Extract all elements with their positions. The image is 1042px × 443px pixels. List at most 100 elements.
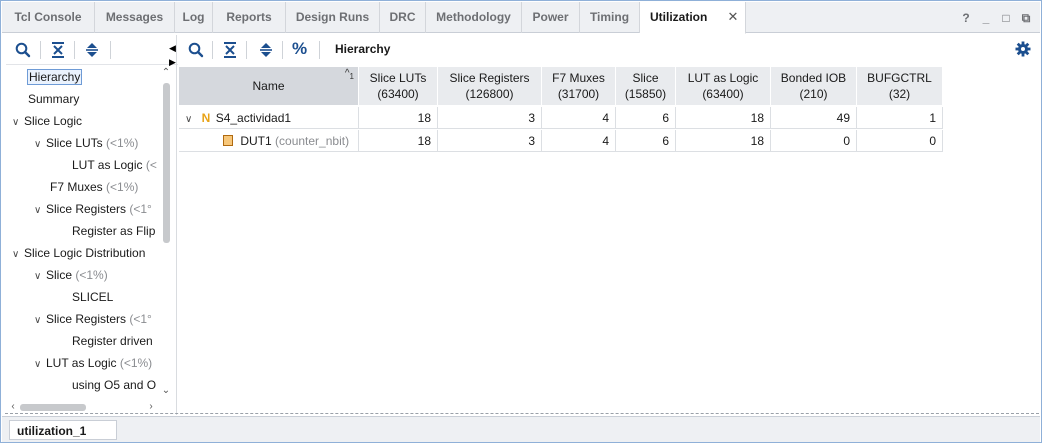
tree-item-percent: (<1%)	[106, 136, 139, 150]
column-header-bonded-iob[interactable]: Bonded IOB (210)	[771, 67, 857, 105]
column-header-available: (32)	[888, 87, 911, 101]
column-header-slice-registers[interactable]: Slice Registers (126800)	[438, 67, 542, 105]
view-title: Hierarchy	[335, 42, 391, 56]
minimize-icon[interactable]: _	[980, 11, 992, 25]
column-header-label: Bonded IOB	[780, 71, 847, 85]
tree-item-using-o5-and-o6[interactable]: using O5 and O	[72, 375, 156, 395]
tree-item-label: Slice Logic Distribution	[24, 246, 146, 260]
tab-utilization-1[interactable]: utilization_1	[9, 420, 117, 440]
column-header-available: (63400)	[377, 87, 419, 101]
chevron-down-icon[interactable]: ∨	[34, 201, 46, 221]
window-controls: ? _ □ ⧉	[960, 8, 1032, 28]
chevron-down-icon[interactable]: ∨	[34, 135, 46, 155]
tree-item-slice[interactable]: ∨ Slice (<1%)	[34, 265, 108, 285]
column-header-available: (63400)	[702, 87, 744, 101]
column-header-slice-luts[interactable]: Slice LUTs (63400)	[359, 67, 438, 105]
tree-item-label: Register driven	[72, 334, 153, 348]
chevron-down-icon[interactable]: ∨	[12, 245, 24, 265]
column-header-name[interactable]: Name ^1	[179, 67, 359, 105]
top-module-icon: N	[201, 111, 211, 125]
collapse-all-icon[interactable]	[221, 41, 239, 59]
search-icon[interactable]	[14, 41, 32, 59]
tab-log[interactable]: Log	[175, 2, 213, 33]
expand-all-icon[interactable]	[257, 41, 275, 59]
tree-item-register-driven[interactable]: Register driven	[72, 331, 153, 351]
tree-item-label: Summary	[28, 92, 80, 106]
cell-lut-as-logic: 18	[676, 130, 771, 152]
cell-slice-luts: 18	[359, 107, 438, 129]
tree-item-label: SLICEL	[72, 290, 114, 304]
scrollbar-thumb[interactable]	[163, 83, 170, 243]
tree-item-slice-luts[interactable]: ∨ Slice LUTs (<1%)	[34, 133, 138, 153]
report-tree: Hierarchy Summary ∨ Slice Logic ∨ Slice LU…	[6, 67, 158, 431]
cell-slice-luts: 18	[359, 130, 438, 152]
tree-item-hierarchy[interactable]: Hierarchy	[26, 67, 83, 87]
row-name-cell[interactable]: ∨ N S4_actividad1	[179, 107, 359, 129]
tree-item-percent: (<1%)	[75, 268, 108, 282]
tab-bar: Tcl Console Messages Log Reports Design …	[2, 2, 1040, 34]
toolbar-separator	[40, 41, 41, 59]
tree-item-lut-as-logic[interactable]: LUT as Logic (<	[72, 155, 157, 175]
tab-power[interactable]: Power	[522, 2, 580, 33]
tree-item-slice-logic[interactable]: ∨ Slice Logic	[12, 111, 82, 131]
restore-icon[interactable]: □	[1000, 11, 1012, 25]
tree-item-slice-logic-distribution[interactable]: ∨ Slice Logic Distribution	[12, 243, 145, 263]
tab-methodology[interactable]: Methodology	[426, 2, 522, 33]
tab-messages[interactable]: Messages	[95, 2, 175, 33]
tree-item-slice-registers[interactable]: ∨ Slice Registers (<1°	[34, 199, 152, 219]
help-icon[interactable]: ?	[960, 11, 972, 25]
chevron-down-icon[interactable]: ∨	[185, 114, 192, 125]
tree-item-lut-as-logic-dist[interactable]: ∨ LUT as Logic (<1%)	[34, 353, 152, 373]
column-header-lut-as-logic[interactable]: LUT as Logic (63400)	[676, 67, 771, 105]
float-icon[interactable]: ⧉	[1020, 11, 1032, 25]
bottom-tab-bar: utilization_1	[2, 416, 1040, 442]
tree-item-percent: (<1°	[129, 202, 152, 216]
scroll-down-icon[interactable]: ⌄	[161, 385, 171, 396]
tree-item-f7-muxes[interactable]: F7 Muxes (<1%)	[50, 177, 138, 197]
column-header-bufgctrl[interactable]: BUFGCTRL (32)	[857, 67, 943, 105]
tab-design-runs[interactable]: Design Runs	[286, 2, 380, 33]
tree-item-slicel[interactable]: SLICEL	[72, 287, 113, 307]
column-header-available: (31700)	[557, 87, 600, 101]
tree-item-percent: (<	[145, 158, 157, 172]
row-name-cell[interactable]: DUT1 (counter_nbit)	[179, 130, 359, 152]
tree-item-summary[interactable]: Summary	[28, 89, 79, 109]
tree-item-slice-registers-dist[interactable]: ∨ Slice Registers (<1°	[34, 309, 152, 329]
scrollbar-thumb[interactable]	[20, 404, 86, 411]
scroll-right-icon[interactable]: ›	[146, 401, 156, 412]
collapse-all-icon[interactable]	[49, 41, 67, 59]
sort-order: 1	[349, 72, 354, 81]
tree-horizontal-scrollbar[interactable]: ‹ ›	[8, 401, 158, 413]
scroll-left-icon[interactable]: ‹	[8, 401, 18, 412]
tab-timing[interactable]: Timing	[580, 2, 640, 33]
tree-vertical-scrollbar[interactable]: ⌃ ⌄	[161, 67, 172, 403]
close-tab-icon[interactable]: ✕	[726, 10, 740, 24]
column-header-label: Slice Registers	[449, 71, 530, 85]
tree-item-register-as-flip-flop[interactable]: Register as Flip	[72, 221, 155, 241]
column-header-label: LUT as Logic	[687, 71, 759, 85]
chevron-down-icon[interactable]: ∨	[34, 311, 46, 331]
expand-all-icon[interactable]	[83, 41, 101, 59]
search-icon[interactable]	[187, 41, 205, 59]
chevron-down-icon[interactable]: ∨	[34, 355, 46, 375]
tree-item-percent: (<1°	[129, 312, 152, 326]
tree-item-label: Slice Registers	[46, 202, 127, 216]
tab-tcl-console[interactable]: Tcl Console	[2, 2, 95, 33]
cell-f7-muxes: 4	[542, 130, 616, 152]
chevron-down-icon[interactable]: ∨	[34, 267, 46, 287]
column-header-available: (15850)	[624, 87, 667, 101]
toolbar-separator	[74, 41, 75, 59]
utilization-table-panel: % Hierarchy Name ^1 Slice LUTs (63400) S…	[179, 35, 1039, 415]
left-toolbar	[6, 35, 178, 65]
chevron-down-icon[interactable]: ∨	[12, 113, 24, 133]
panel-splitter[interactable]	[173, 35, 177, 415]
tab-drc[interactable]: DRC	[380, 2, 426, 33]
toolbar-separator	[319, 41, 320, 59]
column-header-f7-muxes[interactable]: F7 Muxes (31700)	[542, 67, 616, 105]
gear-icon[interactable]	[1015, 41, 1031, 57]
right-toolbar: % Hierarchy	[179, 35, 1039, 65]
column-header-slice[interactable]: Slice (15850)	[616, 67, 676, 105]
toolbar-separator	[110, 41, 111, 59]
tab-reports[interactable]: Reports	[213, 2, 286, 33]
percent-toggle-button[interactable]: %	[292, 39, 307, 59]
